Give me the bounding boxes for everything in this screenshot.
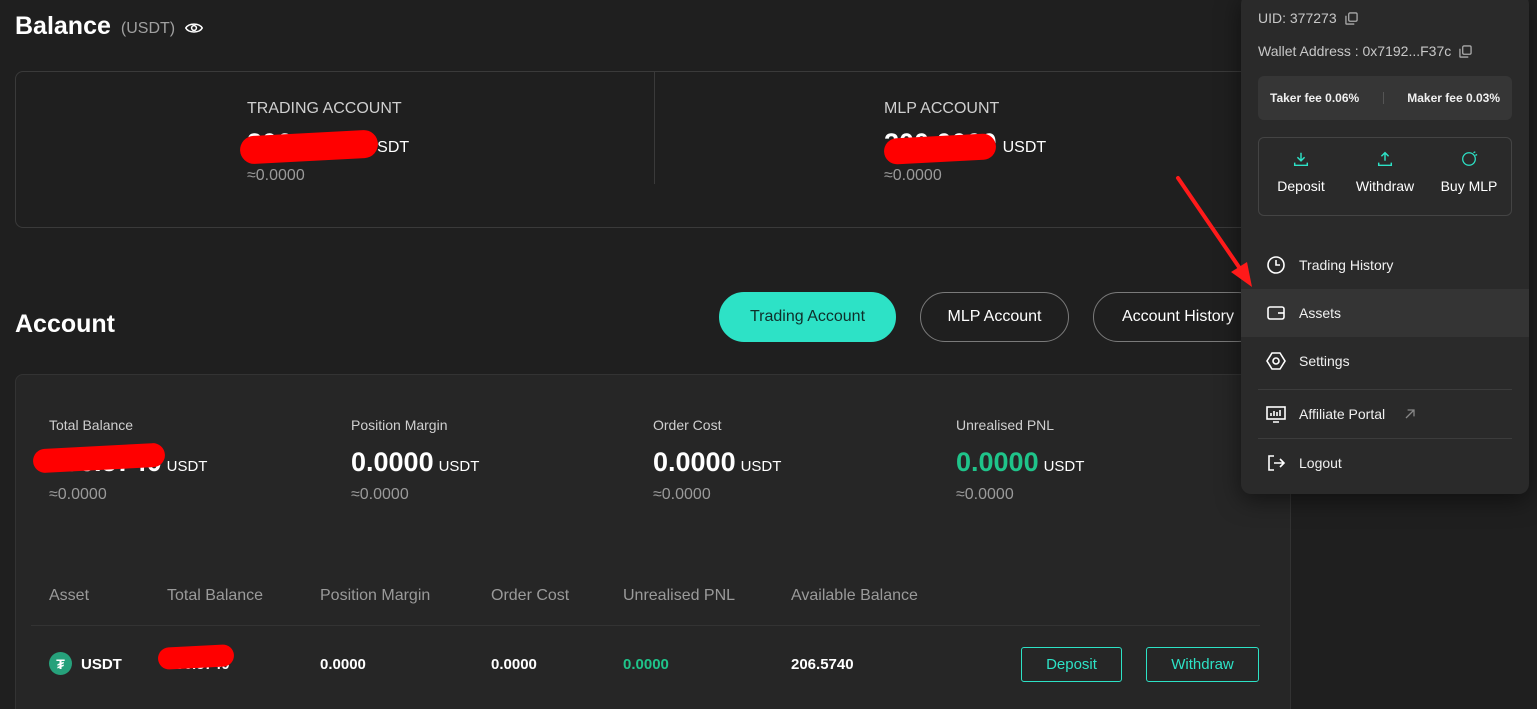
copy-icon[interactable]	[1344, 11, 1358, 25]
download-icon	[1293, 152, 1309, 167]
buy-mlp-action[interactable]: Buy MLP	[1427, 150, 1511, 194]
deposit-action[interactable]: Deposit	[1259, 150, 1343, 194]
stat-value: 0.0000	[956, 447, 1039, 477]
balance-header: Balance (USDT)	[15, 12, 204, 41]
trading-account-label: TRADING ACCOUNT	[247, 100, 402, 117]
col-order-cost: Order Cost	[491, 587, 570, 604]
balance-summary-card: TRADING ACCOUNT 206.5740 USDT ≈0.0000 ML…	[15, 71, 1255, 228]
menu-assets[interactable]: Assets	[1241, 289, 1529, 337]
wallet-text: Wallet Address : 0x7192...F37c	[1258, 43, 1452, 59]
cell-order-cost: 0.0000	[491, 656, 537, 673]
menu-affiliate-portal[interactable]: Affiliate Portal	[1241, 390, 1529, 438]
row-withdraw-button[interactable]: Withdraw	[1146, 647, 1259, 682]
menu-label: Assets	[1299, 305, 1342, 321]
balance-title: Balance	[15, 12, 111, 40]
menu-label: Trading History	[1299, 257, 1394, 273]
taker-fee: Taker fee 0.06%	[1270, 91, 1360, 105]
redaction-mark	[157, 644, 235, 670]
maker-fee: Maker fee 0.03%	[1407, 91, 1500, 105]
mlp-account-approx: ≈0.0000	[884, 167, 942, 184]
stat-label: Total Balance	[49, 417, 134, 433]
fee-box: Taker fee 0.06% Maker fee 0.03%	[1258, 76, 1512, 120]
account-title: Account	[15, 310, 115, 338]
col-position-margin: Position Margin	[320, 587, 431, 604]
stat-approx: ≈0.0000	[351, 486, 409, 503]
stat-currency: USDT	[1043, 458, 1085, 475]
withdraw-action[interactable]: Withdraw	[1343, 150, 1427, 194]
logout-icon	[1268, 455, 1286, 471]
menu-trading-history[interactable]: Trading History	[1241, 241, 1529, 289]
clock-icon	[1267, 256, 1285, 274]
cell-unrealised-pnl: 0.0000	[623, 656, 669, 673]
stat-position-margin: Position Margin 0.0000 USDT ≈0.0000	[351, 417, 479, 504]
menu-label: Affiliate Portal	[1299, 406, 1386, 422]
wallet-icon	[1267, 306, 1285, 320]
stat-approx: ≈0.0000	[653, 486, 711, 503]
tab-account-history[interactable]: Account History	[1093, 292, 1263, 342]
withdraw-action-label: Withdraw	[1355, 178, 1415, 194]
stat-currency: USDT	[166, 458, 208, 475]
stat-value: 0.0000	[653, 447, 736, 477]
stat-value: 0.0000	[351, 447, 434, 477]
upload-icon	[1377, 151, 1393, 167]
eye-icon[interactable]	[185, 21, 204, 35]
tab-mlp-account[interactable]: MLP Account	[920, 292, 1069, 342]
menu-label: Settings	[1299, 353, 1350, 369]
col-unrealised-pnl: Unrealised PNL	[623, 587, 736, 604]
stat-label: Order Cost	[653, 417, 722, 433]
summary-divider	[654, 72, 655, 184]
uid-text: UID: 377273	[1258, 10, 1337, 26]
col-asset: Asset	[49, 587, 90, 604]
monitor-chart-icon	[1266, 406, 1286, 423]
mlp-account-label: MLP ACCOUNT	[884, 100, 1000, 117]
stat-unrealised-pnl: Unrealised PNL 0.0000 USDT ≈0.0000	[956, 417, 1084, 504]
col-total-balance: Total Balance	[167, 587, 264, 604]
menu-label: Logout	[1299, 455, 1342, 471]
cell-available-balance: 206.5740	[791, 656, 854, 673]
col-available-balance: Available Balance	[791, 587, 918, 604]
menu-settings[interactable]: Settings	[1241, 337, 1529, 385]
stat-order-cost: Order Cost 0.0000 USDT ≈0.0000	[653, 417, 781, 504]
buy-mlp-action-label: Buy MLP	[1440, 178, 1498, 194]
cell-position-margin: 0.0000	[320, 656, 366, 673]
deposit-action-label: Deposit	[1277, 178, 1325, 194]
quick-actions: Deposit Withdraw Buy MLP	[1258, 137, 1512, 216]
cell-asset: USDT	[81, 656, 122, 673]
menu-logout[interactable]: Logout	[1241, 439, 1529, 487]
uid-row: UID: 377273	[1258, 10, 1358, 26]
external-link-icon	[1405, 409, 1415, 419]
user-dropdown: UID: 377273 Wallet Address : 0x7192...F3…	[1241, 0, 1529, 494]
stat-label: Position Margin	[351, 417, 448, 433]
wallet-row: Wallet Address : 0x7192...F37c	[1258, 43, 1472, 59]
stat-approx: ≈0.0000	[49, 486, 107, 503]
stat-approx: ≈0.0000	[956, 486, 1014, 503]
mlp-account-currency: USDT	[1002, 139, 1047, 156]
mlp-coin-icon	[1462, 151, 1478, 166]
row-deposit-button[interactable]: Deposit	[1021, 647, 1122, 682]
stat-currency: USDT	[740, 458, 782, 475]
stat-currency: USDT	[438, 458, 480, 475]
settings-icon	[1266, 352, 1286, 370]
tab-trading-account[interactable]: Trading Account	[719, 292, 896, 342]
table-divider	[31, 625, 1260, 626]
stat-label: Unrealised PNL	[956, 417, 1055, 433]
tether-icon: ₮	[49, 652, 72, 675]
trading-account-approx: ≈0.0000	[247, 167, 305, 184]
copy-icon[interactable]	[1459, 44, 1472, 58]
fee-divider	[1382, 92, 1384, 104]
balance-unit: (USDT)	[120, 19, 176, 37]
